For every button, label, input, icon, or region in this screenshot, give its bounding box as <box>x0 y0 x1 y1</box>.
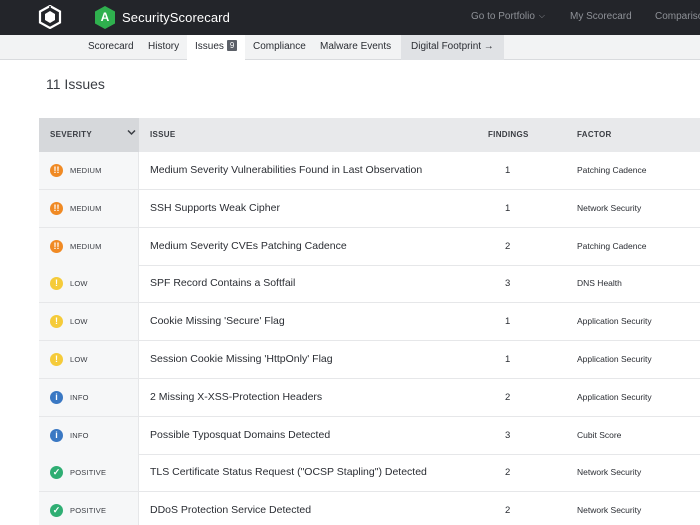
factor-label: Network Security <box>577 467 642 478</box>
findings-count: 3 <box>505 278 511 290</box>
go-to-portfolio-label: Go to Portfolio <box>471 11 535 22</box>
comparison-link[interactable]: Comparison <box>655 11 700 22</box>
low-severity-icon: ! <box>50 353 63 366</box>
factor-label: Cubit Score <box>577 429 622 440</box>
issue-title[interactable]: SPF Record Contains a Softfail <box>150 277 295 289</box>
table-row[interactable]: !! MEDIUM Medium Severity Vulnerabilities … <box>39 152 700 190</box>
findings-count: 1 <box>505 165 511 176</box>
sub-navigation: Scorecard History Issues 9 Compliance Mal… <box>0 35 700 61</box>
table-row[interactable]: !! MEDIUM SSH Supports Weak Cipher 1 Network… <box>39 189 700 228</box>
factor-label: Patching Cadence <box>577 240 647 251</box>
table-row[interactable]: ! LOW SPF Record Contains a Softfail 3 DNS H… <box>39 265 700 304</box>
issue-title[interactable]: Medium Severity Vulnerabilities Found in… <box>150 164 422 176</box>
factor-label: Application Security <box>577 391 652 402</box>
tab-issues-label: Issues <box>195 41 224 52</box>
issue-title[interactable]: DDoS Protection Service Detected <box>150 504 311 516</box>
medium-severity-icon: !! <box>50 239 63 253</box>
findings-count: 2 <box>505 391 511 403</box>
factor-label: Application Security <box>577 354 652 364</box>
table-row[interactable]: ! LOW Session Cookie Missing 'HttpOnly' Fl… <box>39 341 700 379</box>
issue-title[interactable]: TLS Certificate Status Request ("OCSP St… <box>150 466 427 478</box>
issues-count-badge: 9 <box>226 40 238 51</box>
severity-label: LOW <box>70 355 88 364</box>
factor-label: Network Security <box>577 505 642 516</box>
factor-label: DNS Health <box>577 278 622 289</box>
factor-label: Application Security <box>577 316 652 327</box>
factor-label: Network Security <box>577 202 642 213</box>
brand-name[interactable]: SecurityScorecard <box>122 10 230 25</box>
top-bar: A SecurityScorecard Go to Portfolio ⌵ My … <box>0 0 700 35</box>
severity-label: LOW <box>70 279 88 289</box>
findings-count: 1 <box>505 354 511 365</box>
my-scorecard-link[interactable]: My Scorecard <box>570 11 632 22</box>
issue-title[interactable]: SSH Supports Weak Cipher <box>150 202 280 214</box>
severity-label: MEDIUM <box>70 166 102 175</box>
securityscorecard-logo-icon[interactable] <box>38 5 62 29</box>
tab-digital-footprint[interactable]: Digital Footprint → <box>401 35 504 60</box>
severity-label: MEDIUM <box>70 241 102 251</box>
findings-count: 2 <box>505 505 511 517</box>
findings-count: 3 <box>505 429 511 441</box>
header-factor[interactable]: FACTOR <box>577 130 612 139</box>
go-to-portfolio-menu[interactable]: Go to Portfolio ⌵ <box>471 11 545 22</box>
severity-label: INFO <box>70 430 89 440</box>
table-row[interactable]: ! LOW Cookie Missing 'Secure' Flag 1 Applica… <box>39 303 700 342</box>
findings-count: 2 <box>505 467 511 479</box>
header-findings[interactable]: FINDINGS <box>488 130 529 139</box>
table-row[interactable]: !! MEDIUM Medium Severity CVEs Patching Ca… <box>39 227 700 266</box>
severity-label: POSITIVE <box>70 506 107 516</box>
header-severity[interactable]: SEVERITY <box>50 130 92 139</box>
table-row[interactable]: i INFO Possible Typosquat Domains Detected… <box>39 416 700 455</box>
issue-title[interactable]: Possible Typosquat Domains Detected <box>150 429 330 441</box>
factor-label: Patching Cadence <box>577 165 647 175</box>
findings-count: 1 <box>505 202 511 214</box>
tab-compliance[interactable]: Compliance <box>253 35 306 60</box>
medium-severity-icon: !! <box>50 201 63 215</box>
page-title: 11 Issues <box>46 76 105 92</box>
chevron-down-icon: ⌵ <box>538 11 545 20</box>
issue-title[interactable]: Medium Severity CVEs Patching Cadence <box>150 240 347 252</box>
tab-issues[interactable]: Issues 9 <box>187 35 246 61</box>
table-row[interactable]: i INFO 2 Missing X-XSS-Protection Headers 2… <box>39 378 700 417</box>
table-row[interactable]: ✓ POSITIVE TLS Certificate Status Request … <box>39 454 700 493</box>
grade-letter: A <box>100 10 110 24</box>
header-issue[interactable]: ISSUE <box>150 130 176 139</box>
findings-count: 1 <box>505 316 511 328</box>
info-icon: i <box>50 390 63 404</box>
tab-history[interactable]: History <box>148 35 179 60</box>
tab-malware-events[interactable]: Malware Events <box>320 35 391 60</box>
severity-label: MEDIUM <box>70 203 102 213</box>
severity-label: POSITIVE <box>70 468 107 478</box>
info-icon: i <box>50 428 63 442</box>
severity-label: INFO <box>70 392 89 402</box>
findings-count: 2 <box>505 240 511 252</box>
medium-severity-icon: !! <box>50 164 63 177</box>
issue-title[interactable]: Session Cookie Missing 'HttpOnly' Flag <box>150 353 333 365</box>
table-header: SEVERITY ISSUE FINDINGS FACTOR <box>39 118 700 152</box>
issue-title[interactable]: Cookie Missing 'Secure' Flag <box>150 315 285 327</box>
issue-title[interactable]: 2 Missing X-XSS-Protection Headers <box>150 391 322 403</box>
table-row[interactable]: ✓ POSITIVE DDoS Protection Service Detecte… <box>39 492 700 525</box>
severity-label: LOW <box>70 317 88 327</box>
chevron-down-icon[interactable] <box>127 129 136 136</box>
tab-scorecard[interactable]: Scorecard <box>88 35 134 60</box>
